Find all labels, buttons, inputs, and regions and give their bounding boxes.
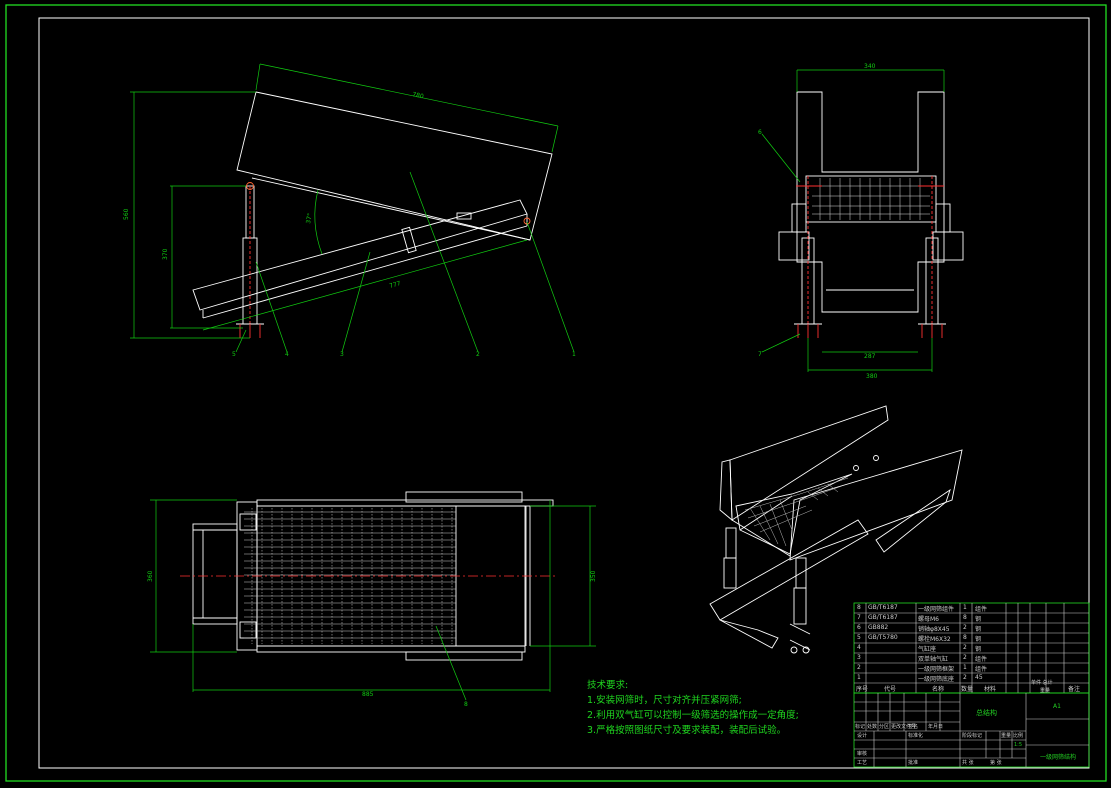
dim-side-height: 560 (123, 208, 130, 220)
bom-material: 钢 (975, 646, 982, 653)
dim-side-base: 777 (389, 280, 402, 290)
bom-code: GB/T5780 (868, 634, 898, 641)
front-dims (761, 69, 945, 372)
dim-front-inner: 287 (864, 353, 876, 360)
bom-header-material: 材料 (984, 686, 997, 693)
bom-name: 一级网筛框架 (918, 666, 955, 673)
bom-no: 7 (857, 614, 861, 621)
balloon-3: 3 (340, 351, 344, 358)
tb-design: 设计 (857, 733, 868, 739)
bom-header-qty: 数量 (961, 686, 974, 693)
dim-top-length: 885 (362, 691, 374, 698)
bom-name: 一级网筛底座 (918, 676, 955, 683)
bom-qty: 2 (963, 674, 967, 681)
frame-box (236, 91, 553, 241)
drawing-name: 总结构 (976, 709, 997, 717)
side-view (192, 91, 553, 338)
dim-top-height: 360 (147, 570, 154, 582)
tb-date: 年月日 (928, 724, 944, 730)
tb-standard: 标准化 (908, 733, 924, 739)
bom-name: 螺母M6 (918, 616, 939, 623)
paper-size: A1 (1053, 703, 1061, 710)
tb-sheet-total: 共 张 (962, 760, 974, 766)
bom-header-no: 序号 (856, 686, 869, 693)
tb-zone: 分区 (879, 724, 890, 730)
dim-front-top: 340 (864, 63, 876, 70)
balloon-4: 4 (285, 351, 289, 358)
bom-code: GB/T6187 (868, 604, 898, 611)
bom-qty: 2 (963, 654, 967, 661)
bom-name: 销轴φ8X45 (918, 626, 950, 633)
bom-material: 钢 (975, 626, 982, 633)
bom-code: GB/T6187 (868, 614, 898, 621)
bom-header-remark: 备注 (1068, 686, 1081, 693)
top-dim-text: 360 350 885 8 (147, 570, 597, 708)
bom-qty: 2 (963, 624, 967, 631)
front-view (778, 91, 964, 338)
note-2: 2.利用双气缸可以控制一级筛选的操作成一定角度; (587, 710, 799, 721)
bom-name: 气缸座 (918, 646, 937, 653)
bom-name: 螺栓M6X32 (918, 636, 951, 643)
tb-count: 处数 (867, 724, 878, 730)
tb-review: 审核 (857, 751, 868, 757)
part-name: 一级网筛结构 (1040, 754, 1077, 761)
bom-material: 组件 (975, 656, 988, 663)
dim-top-right: 350 (590, 570, 597, 582)
bom-no: 3 (857, 654, 861, 661)
side-dims (130, 63, 575, 353)
balloon-7: 7 (758, 351, 762, 358)
technical-notes: 技术要求: 1.安装网筛时，尺寸对齐并压紧网筛; 2.利用双气缸可以控制一级筛选… (587, 678, 799, 738)
tb-sheet-no: 第 张 (990, 760, 1002, 766)
balloon-2: 2 (476, 351, 480, 358)
bom-header-weight: 单件 总计 (1031, 680, 1053, 686)
bom-qty: 2 (963, 644, 967, 651)
bom-no: 5 (857, 634, 861, 641)
bom-no: 4 (857, 644, 861, 651)
bom-no: 1 (857, 674, 861, 681)
note-1: 1.安装网筛时，尺寸对齐并压紧网筛; (587, 695, 742, 706)
bom-qty: 8 (963, 634, 967, 641)
bom-code: GB882 (868, 624, 889, 631)
bom-name: 一级网筛组件 (918, 606, 955, 613)
tb-mark: 标记 (855, 724, 866, 730)
balloon-6: 6 (758, 129, 762, 136)
bom-no: 6 (857, 624, 861, 631)
tb-stage: 阶段标记 (962, 733, 983, 739)
bom-qty: 8 (963, 614, 967, 621)
bom-material: 钢 (975, 636, 982, 643)
bom-material: 45 (975, 674, 983, 681)
bom-name: 双单轴气缸 (918, 656, 949, 663)
dim-side-top: 780 (412, 91, 425, 100)
tb-process: 工艺 (857, 760, 868, 766)
bom-header-code: 代号 (884, 686, 897, 693)
bom-material: 组件 (975, 666, 988, 673)
bom-no: 8 (857, 604, 861, 611)
dim-front-bottom: 380 (866, 373, 878, 380)
bom-header-weight2: 重量 (1040, 688, 1051, 694)
cylinder-side (236, 182, 264, 338)
balloon-1: 1 (572, 351, 576, 358)
note-3: 3.严格按照图纸尺寸及要求装配，装配后试验。 (587, 725, 787, 736)
bom-header-name: 名称 (932, 686, 945, 693)
tb-sign: 签名 (908, 724, 919, 730)
bom-material: 组件 (975, 606, 988, 613)
bom-qty: 1 (963, 604, 967, 611)
dim-side-inner: 370 (162, 248, 169, 260)
bom-material: 钢 (975, 616, 982, 623)
balloon-5: 5 (232, 351, 236, 358)
notes-title: 技术要求: (587, 680, 629, 691)
tb-approve: 批准 (908, 760, 919, 766)
balloon-8: 8 (464, 701, 468, 708)
bom-no: 2 (857, 664, 861, 671)
tb-scale-value: 1:5 (1014, 742, 1023, 748)
bom-qty: 1 (963, 664, 967, 671)
front-screen-mesh (812, 178, 930, 220)
tb-weight: 重量 (1001, 733, 1012, 739)
tb-scale: 比例 (1013, 733, 1024, 739)
dim-side-angle: 37° (305, 213, 314, 225)
side-dim-text: 780 560 370 37° 777 5 4 3 2 1 (123, 91, 576, 358)
